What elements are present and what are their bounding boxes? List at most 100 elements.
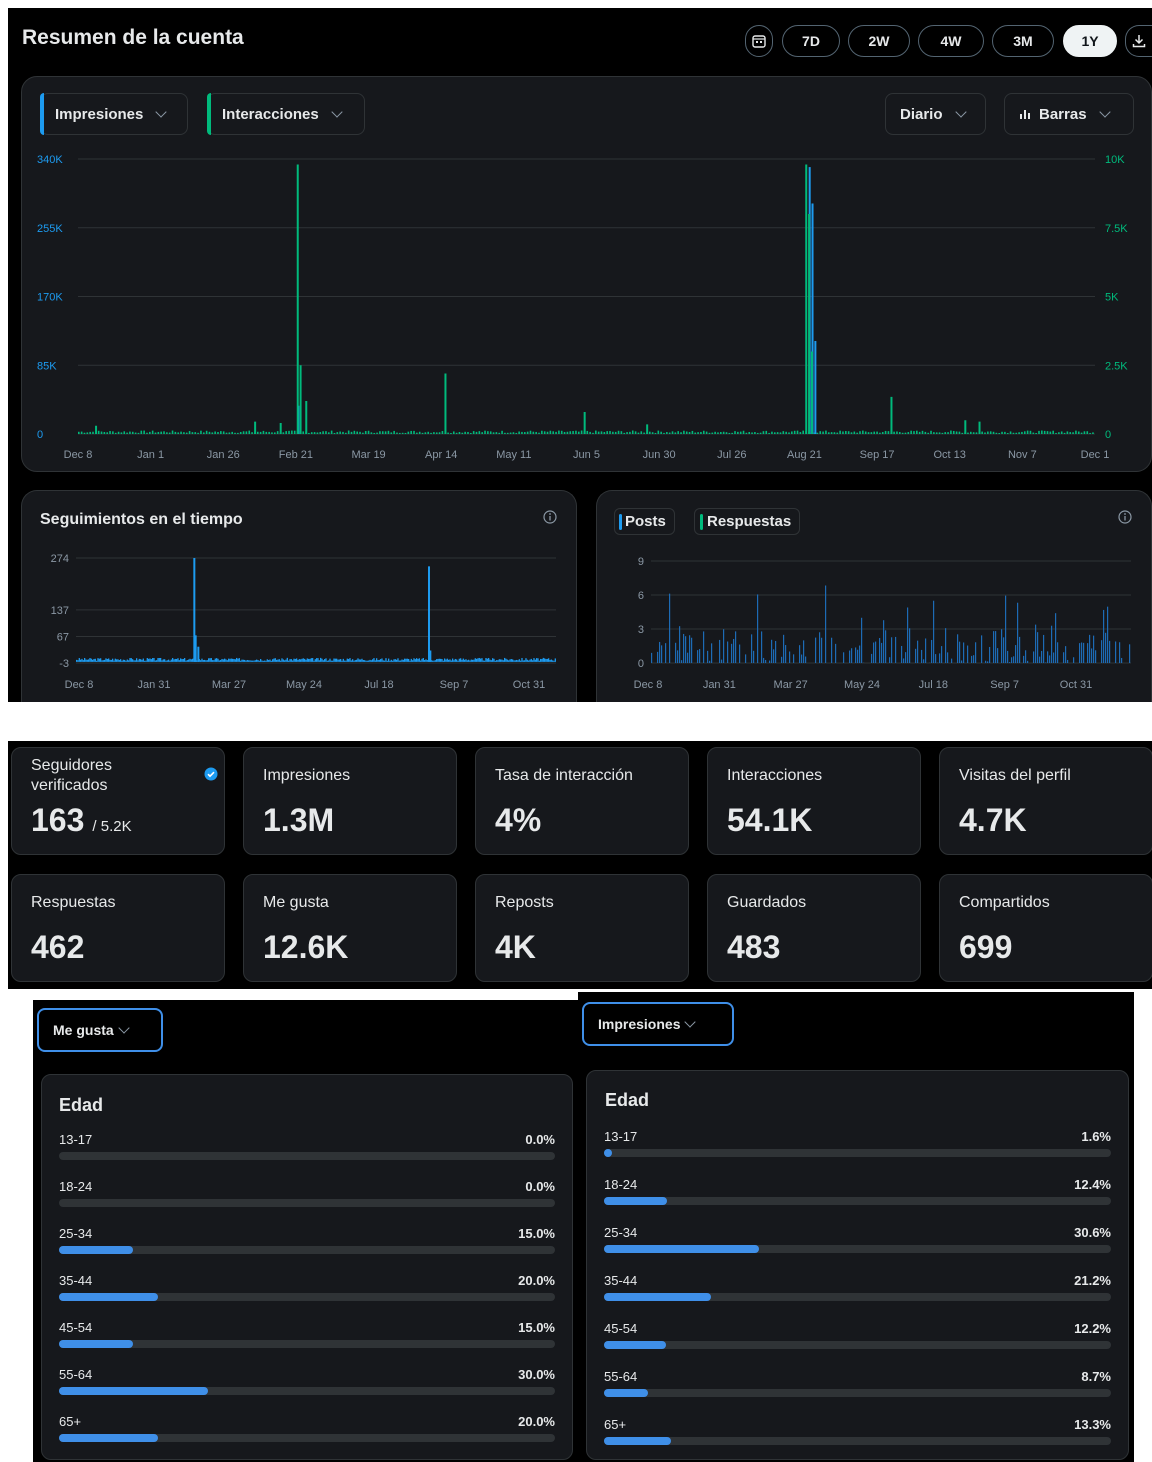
interactions-bar <box>791 431 793 434</box>
stat-card[interactable]: Interacciones 54.1K <box>707 747 921 855</box>
interactions-bar <box>904 432 907 434</box>
chart-style-dropdown[interactable]: Barras <box>1004 93 1134 135</box>
interactions-bar <box>441 431 444 434</box>
stat-card[interactable]: Compartidos 699 <box>939 874 1152 982</box>
interactions-bar <box>376 432 378 434</box>
age-left-dropdown[interactable]: Me gusta <box>37 1008 163 1052</box>
y-tick: 274 <box>51 553 69 565</box>
posts-bar <box>861 617 863 663</box>
x-tick: Jun 30 <box>643 449 676 461</box>
interactions-bar <box>78 431 80 434</box>
info-icon[interactable] <box>1118 510 1132 524</box>
interactions-bar <box>146 432 148 434</box>
y-right-tick: 5K <box>1105 292 1119 304</box>
posts-bar <box>875 641 877 663</box>
follows-bar <box>445 659 447 662</box>
interactions-bar <box>242 431 245 434</box>
follows-bar <box>513 660 515 662</box>
range-4w-button[interactable]: 4W <box>918 25 984 57</box>
posts-bar <box>957 634 959 663</box>
follows-bar <box>378 659 380 662</box>
follows-bar <box>216 658 218 662</box>
interactions-bar <box>140 430 143 434</box>
follows-bar <box>336 658 338 662</box>
posts-bar <box>757 594 759 663</box>
x-tick: Jul 18 <box>919 679 948 691</box>
download-button[interactable] <box>1125 25 1152 57</box>
follows-bar <box>528 660 530 662</box>
follows-bar <box>281 658 283 662</box>
posts-bar <box>895 636 897 663</box>
follows-bar <box>253 660 255 662</box>
x-tick: May 11 <box>496 449 531 461</box>
follows-bar <box>421 658 423 662</box>
metric-left-dropdown[interactable]: Impresiones <box>40 93 188 135</box>
posts-bar <box>849 650 851 663</box>
interactions-bar <box>845 431 847 434</box>
interactions-bar <box>640 431 643 434</box>
follows-bar <box>200 660 202 662</box>
posts-bar <box>685 636 687 663</box>
granularity-dropdown[interactable]: Diario <box>885 93 986 135</box>
follows-bar <box>233 659 235 662</box>
stat-card[interactable]: Respuestas 462 <box>11 874 225 982</box>
interactions-bar <box>1055 432 1057 434</box>
stat-card[interactable]: Me gusta 12.6K <box>243 874 457 982</box>
range-7d-button[interactable]: 7D <box>782 25 840 57</box>
follows-bar <box>140 659 142 662</box>
info-icon[interactable] <box>543 510 557 524</box>
stat-label: Me gusta <box>263 894 329 911</box>
follows-bar <box>432 660 434 662</box>
follows-bar <box>146 658 148 662</box>
follows-bar <box>137 660 139 662</box>
stat-card[interactable]: Guardados 483 <box>707 874 921 982</box>
age-fill <box>604 1389 649 1397</box>
age-right-dropdown[interactable]: Impresiones <box>582 1002 734 1046</box>
age-right-dropdown-label: Impresiones <box>598 1016 681 1032</box>
legend-posts[interactable]: Posts <box>614 508 675 535</box>
interactions-bar <box>677 431 680 434</box>
interactions-bar <box>256 431 259 434</box>
stat-card[interactable]: Tasa de interacción 4% <box>475 747 689 855</box>
interactions-bar <box>353 430 356 434</box>
age-track <box>59 1434 555 1442</box>
posts-bar <box>835 643 837 663</box>
range-1y-button[interactable]: 1Y <box>1063 25 1117 57</box>
follows-bar <box>202 660 204 662</box>
interactions-bar <box>952 430 955 434</box>
follows-bar <box>201 658 203 662</box>
follows-bar <box>548 658 550 662</box>
posts-bar <box>933 600 935 663</box>
interactions-bar <box>646 424 649 434</box>
interactions-bar <box>913 431 915 434</box>
follows-bar <box>409 660 411 662</box>
follows-bar <box>214 658 216 662</box>
follows-bar <box>405 658 407 662</box>
interactions-bar <box>1015 432 1018 434</box>
calendar-button[interactable] <box>745 25 773 57</box>
metric-right-dropdown[interactable]: Interacciones <box>207 93 365 135</box>
stat-card[interactable]: Seguidores verificados 163 / 5.2K <box>11 747 225 855</box>
follows-bar <box>98 658 100 662</box>
posts-bar <box>905 652 907 663</box>
follows-bar <box>184 658 186 662</box>
posts-bar <box>745 654 747 663</box>
range-3m-button[interactable]: 3M <box>992 25 1054 57</box>
legend-replies[interactable]: Respuestas <box>694 508 801 535</box>
follows-bar <box>258 660 260 662</box>
age-row: 25-34 15.0% <box>59 1226 555 1266</box>
follows-bar <box>88 659 90 662</box>
interactions-bar <box>421 432 424 434</box>
follows-bar <box>425 659 427 662</box>
follows-bar <box>182 658 184 662</box>
x-tick: Aug 21 <box>787 449 822 461</box>
stat-card[interactable]: Impresiones 1.3M <box>243 747 457 855</box>
follows-bar <box>180 658 182 662</box>
posts-bar <box>765 659 767 663</box>
stat-card[interactable]: Reposts 4K <box>475 874 689 982</box>
y-right-tick: 10K <box>1105 154 1125 166</box>
follows-bar <box>293 658 295 662</box>
interactions-bar <box>117 431 120 434</box>
range-2w-button[interactable]: 2W <box>848 25 910 57</box>
stat-card[interactable]: Visitas del perfil 4.7K <box>939 747 1152 855</box>
